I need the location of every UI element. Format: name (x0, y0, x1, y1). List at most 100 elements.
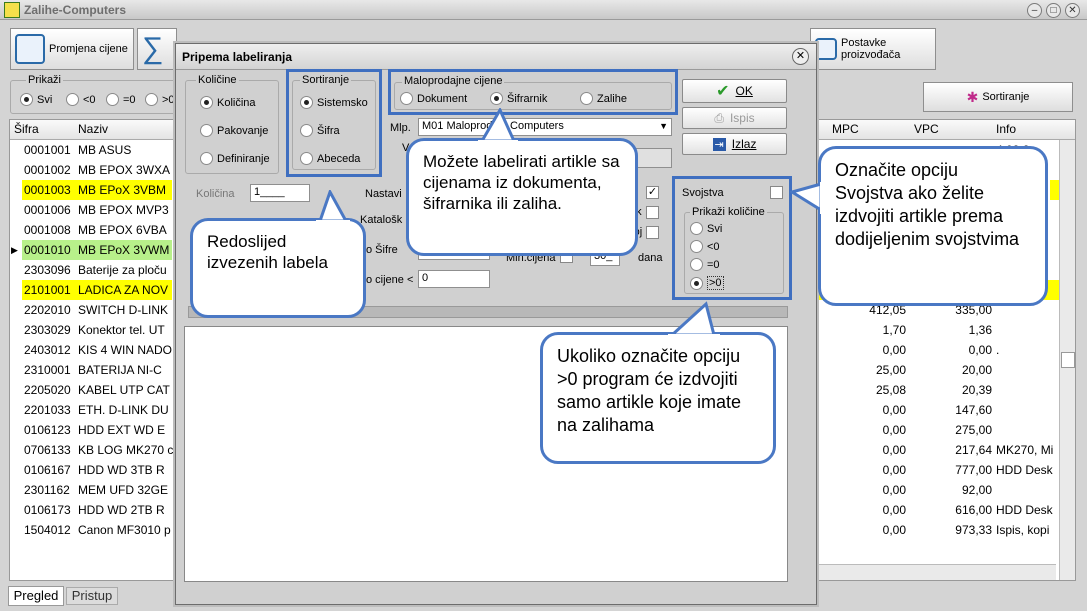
maximize-button[interactable]: □ (1046, 3, 1061, 18)
tab-pregled[interactable]: Pregled (8, 586, 64, 606)
cell-sifra: 0706133 (24, 443, 71, 457)
callout-cijene: Možete labelirati artikle sa cijenama iz… (406, 138, 638, 256)
svojstva-checkbox[interactable] (770, 186, 783, 199)
cell-naziv: HDD EXT WD E (78, 423, 166, 437)
pk-gt0-radio[interactable]: >0 (690, 276, 724, 290)
filter-svi-radio[interactable]: Svi (20, 93, 52, 106)
cell-sifra: 0001003 (24, 183, 71, 197)
cell-naziv: BATERIJA NI-C (78, 363, 162, 377)
callout-sortiranje: Redoslijed izvezenih labela (190, 218, 366, 318)
cell-sifra: 0001002 (24, 163, 71, 177)
cell-info: . (996, 343, 1000, 357)
cell-naziv: MB EPOX 6VBA (78, 223, 167, 237)
cell-naziv: MB EPOX 3WXA (78, 163, 171, 177)
cell-sifra: 2303029 (24, 323, 71, 337)
dialog-titlebar: Pripema labeliranja ✕ (176, 44, 816, 70)
cell-vpc: 973,33 (955, 523, 992, 537)
sortiranje-button[interactable]: ✱ Sortiranje (923, 82, 1073, 112)
cell-sifra: 0001001 (24, 143, 71, 157)
tab-pristup[interactable]: Pristup (66, 587, 118, 605)
maloprodajne-label: Maloprodajne cijene (402, 75, 505, 87)
printer-icon: ⎙ (714, 110, 724, 125)
cell-sifra: 0106173 (24, 503, 71, 517)
cell-naziv: KIS 4 WIN NADO (78, 343, 173, 357)
definiranje-radio[interactable]: Definiranje (200, 152, 270, 165)
cell-sifra: 2101001 (24, 283, 71, 297)
kolicina-field-label: Količina (196, 188, 235, 200)
kolicina-radio[interactable]: Količina (200, 96, 256, 109)
cell-sifra: 2310001 (24, 363, 71, 377)
vertical-scrollbar[interactable] (1059, 140, 1075, 580)
filter-gt0-radio[interactable]: >0 (145, 93, 175, 106)
close-window-button[interactable]: ✕ (1065, 3, 1080, 18)
cell-sifra: 0106167 (24, 463, 71, 477)
pk-eq0-radio[interactable]: =0 (690, 258, 720, 271)
zalihe-radio[interactable]: Zalihe (580, 92, 627, 105)
cell-vpc: 0,00 (968, 343, 992, 357)
cell-mpc: 0,00 (882, 443, 906, 457)
pakovanje-radio[interactable]: Pakovanje (200, 124, 268, 137)
checkbox-checked[interactable]: ✓ (646, 186, 659, 199)
cell-vpc: 777,00 (955, 463, 992, 477)
sortiranje-label: Sortiranje (982, 91, 1030, 103)
cell-sifra: 2403012 (24, 343, 71, 357)
chevron-down-icon: ▼ (659, 121, 668, 131)
katalo-label: Katalošk (360, 214, 403, 226)
cell-sifra: 2201033 (24, 403, 71, 417)
filter-eq0-radio[interactable]: =0 (106, 93, 136, 106)
col-mpc[interactable]: MPC (832, 122, 859, 136)
callout-kolicine: Ukoliko označite opciju >0 program će iz… (540, 332, 776, 464)
cell-naziv: LADICA ZA NOV (78, 283, 169, 297)
cell-vpc: 20,39 (961, 383, 992, 397)
mlp-select[interactable]: M01 Maloprodaja Computers ▼ (418, 118, 672, 136)
cell-naziv: HDD WD 3TB R (78, 463, 165, 477)
cell-mpc: 0,00 (882, 503, 906, 517)
sortiranje-label: Sortiranje (300, 74, 352, 86)
checkbox-ek[interactable] (646, 206, 659, 219)
cell-naziv: MB ASUS (78, 143, 132, 157)
ispis-button[interactable]: ⎙ Ispis (682, 107, 787, 129)
sifra-radio[interactable]: Šifra (300, 124, 340, 137)
cell-sifra: 2301162 (24, 483, 70, 497)
app-icon (4, 2, 20, 18)
callout-svojstva-tail (790, 182, 824, 214)
dokument-radio[interactable]: Dokument (400, 92, 467, 105)
cell-naziv: Baterije za ploču (78, 263, 167, 277)
abeceda-radio[interactable]: Abeceda (300, 152, 360, 165)
filter-lt0-radio[interactable]: <0 (66, 93, 96, 106)
pk-svi-radio[interactable]: Svi (690, 222, 722, 235)
sistemsko-radio[interactable]: Sistemsko (300, 96, 368, 109)
cell-sifra: 0106123 (24, 423, 71, 437)
izlaz-button[interactable]: ⇥ Izlaz (682, 133, 787, 155)
cell-naziv: Konektor tel. UT (78, 323, 165, 337)
callout-svojstva: Označite opciju Svojstva ako želite izdv… (818, 146, 1048, 306)
col-sifra[interactable]: Šifra (14, 122, 39, 136)
promjena-cijene-button[interactable]: Promjena cijene (10, 28, 134, 70)
cell-naziv: MB EPoX 3VBM (78, 183, 167, 197)
checkmark-icon: ✔ (716, 83, 730, 100)
dialog-close-icon[interactable]: ✕ (792, 48, 809, 65)
sum-button[interactable]: ∑ (137, 28, 177, 70)
callout-sortiranje-tail (316, 190, 350, 224)
cell-vpc: 147,60 (955, 403, 992, 417)
postavke-proizvodaca-button[interactable]: Postavke proizvođača (810, 28, 936, 70)
cell-naziv: KB LOG MK270 c (78, 443, 174, 457)
dialog-title: Pripema labeliranja (182, 50, 293, 64)
sifrarnik-radio[interactable]: Šifrarnik (490, 92, 547, 105)
gear-icon (815, 38, 837, 60)
cell-naziv: MB EPoX 3VWM (78, 243, 170, 257)
ok-button[interactable]: ✔ OK (682, 79, 787, 103)
col-vpc[interactable]: VPC (914, 122, 939, 136)
col-info[interactable]: Info (996, 122, 1016, 136)
cell-mpc: 0,00 (882, 343, 906, 357)
col-naziv[interactable]: Naziv (78, 122, 108, 136)
cell-sifra: 0001006 (24, 203, 71, 217)
window-titlebar (0, 0, 1087, 20)
checkbox-roj[interactable] (646, 226, 659, 239)
cell-naziv: SWITCH D-LINK (78, 303, 168, 317)
sifre-label: o Šifre (366, 244, 398, 256)
cell-naziv: MEM UFD 32GE (78, 483, 169, 497)
pk-lt0-radio[interactable]: <0 (690, 240, 720, 253)
cijene-input[interactable]: 0 (418, 270, 490, 288)
minimize-button[interactable]: – (1027, 3, 1042, 18)
